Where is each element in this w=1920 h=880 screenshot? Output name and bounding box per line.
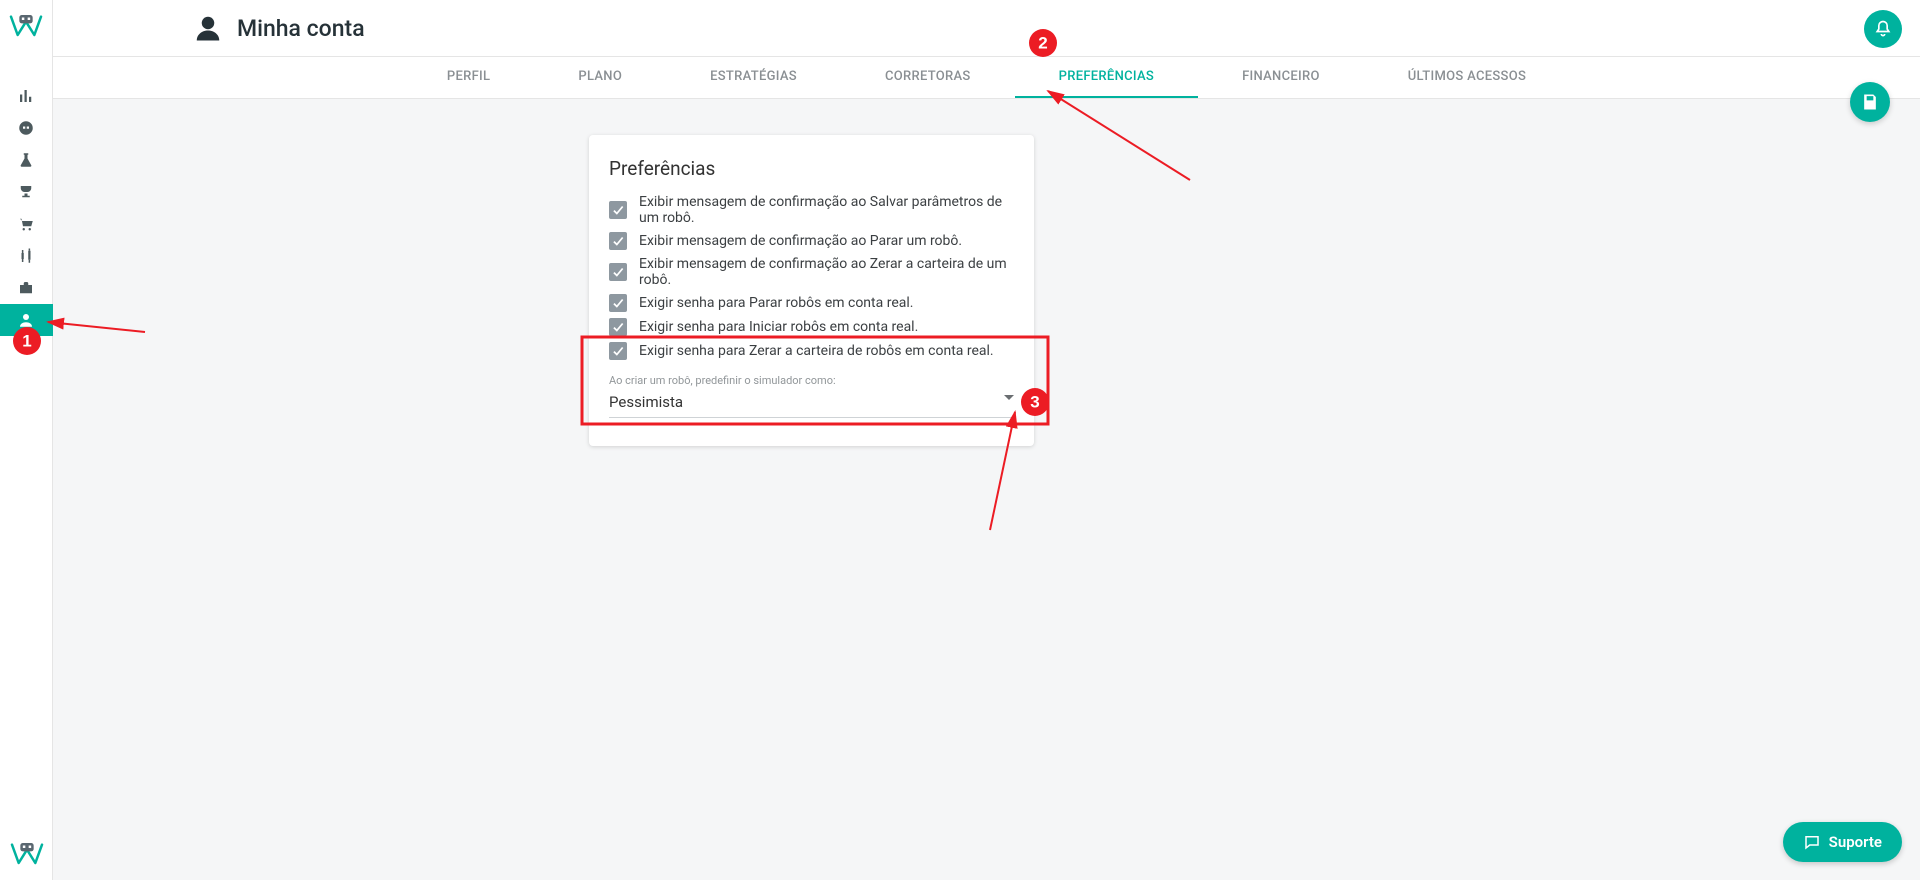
pref-option-4[interactable]: Exigir senha para Iniciar robôs em conta…: [609, 318, 1014, 336]
chat-icon: [1803, 833, 1821, 851]
pref-option-label: Exigir senha para Parar robôs em conta r…: [639, 295, 913, 311]
tab-financeiro[interactable]: FINANCEIRO: [1198, 57, 1364, 98]
pref-option-3[interactable]: Exigir senha para Parar robôs em conta r…: [609, 294, 1014, 312]
pref-option-label: Exigir senha para Zerar a carteira de ro…: [639, 343, 994, 359]
trophy-icon: [17, 183, 35, 201]
tab-preferencias[interactable]: PREFERÊNCIAS: [1015, 57, 1198, 98]
tab-corretoras[interactable]: CORRETORAS: [841, 57, 1015, 98]
tab-estrategias[interactable]: ESTRATÉGIAS: [666, 57, 841, 98]
select-label: Ao criar um robô, predefinir o simulador…: [609, 374, 1014, 387]
nav-robot[interactable]: [0, 112, 53, 144]
card-title: Preferências: [589, 157, 1034, 194]
pref-option-label: Exibir mensagem de confirmação ao Parar …: [639, 233, 962, 249]
app-logo-icon: [9, 10, 43, 40]
nav-cart[interactable]: [0, 208, 53, 240]
checkbox-icon: [609, 318, 627, 336]
simulator-select[interactable]: Pessimista: [609, 389, 1014, 418]
caret-down-icon: [1004, 395, 1014, 400]
account-header-icon: [193, 13, 223, 43]
support-button[interactable]: Suporte: [1783, 822, 1902, 862]
nav-trophy[interactable]: [0, 176, 53, 208]
candlestick-icon: [17, 247, 35, 265]
pref-option-5[interactable]: Exigir senha para Zerar a carteira de ro…: [609, 342, 1014, 360]
preferences-card: Preferências Exibir mensagem de confirma…: [589, 135, 1034, 446]
select-value: Pessimista: [609, 393, 683, 411]
support-label: Suporte: [1829, 833, 1882, 851]
checkbox-icon: [609, 342, 627, 360]
pref-option-2[interactable]: Exibir mensagem de confirmação ao Zerar …: [609, 256, 1014, 288]
checkbox-icon: [609, 263, 627, 281]
top-header: Minha conta: [53, 0, 1920, 57]
dashboard-icon: [17, 87, 35, 105]
checkbox-icon: [609, 294, 627, 312]
save-icon: [1860, 92, 1880, 112]
account-icon: [17, 311, 35, 329]
tab-perfil[interactable]: PERFIL: [403, 57, 535, 98]
bell-icon: [1873, 19, 1893, 39]
page-title: Minha conta: [237, 15, 365, 42]
checkbox-icon: [609, 201, 627, 219]
tab-plano[interactable]: PLANO: [534, 57, 666, 98]
tab-ultimos-acessos[interactable]: ÚLTIMOS ACESSOS: [1364, 57, 1570, 98]
flask-icon: [17, 151, 35, 169]
save-button[interactable]: [1850, 82, 1890, 122]
briefcase-icon: [17, 279, 35, 297]
sidebar: [0, 0, 53, 880]
pref-option-label: Exibir mensagem de confirmação ao Salvar…: [639, 194, 1014, 226]
tab-bar: PERFIL PLANO ESTRATÉGIAS CORRETORAS PREF…: [53, 57, 1920, 99]
pref-option-label: Exigir senha para Iniciar robôs em conta…: [639, 319, 918, 335]
nav-account[interactable]: [0, 304, 53, 336]
checkbox-icon: [609, 232, 627, 250]
app-logo-footer-icon: [10, 838, 44, 868]
cart-icon: [17, 215, 35, 233]
pref-option-label: Exibir mensagem de confirmação ao Zerar …: [639, 256, 1014, 288]
pref-option-1[interactable]: Exibir mensagem de confirmação ao Parar …: [609, 232, 1014, 250]
notifications-button[interactable]: [1864, 10, 1902, 48]
robot-icon: [17, 119, 35, 137]
pref-option-0[interactable]: Exibir mensagem de confirmação ao Salvar…: [609, 194, 1014, 226]
nav-briefcase[interactable]: [0, 272, 53, 304]
nav-candles[interactable]: [0, 240, 53, 272]
nav-lab[interactable]: [0, 144, 53, 176]
nav-dashboard[interactable]: [0, 80, 53, 112]
